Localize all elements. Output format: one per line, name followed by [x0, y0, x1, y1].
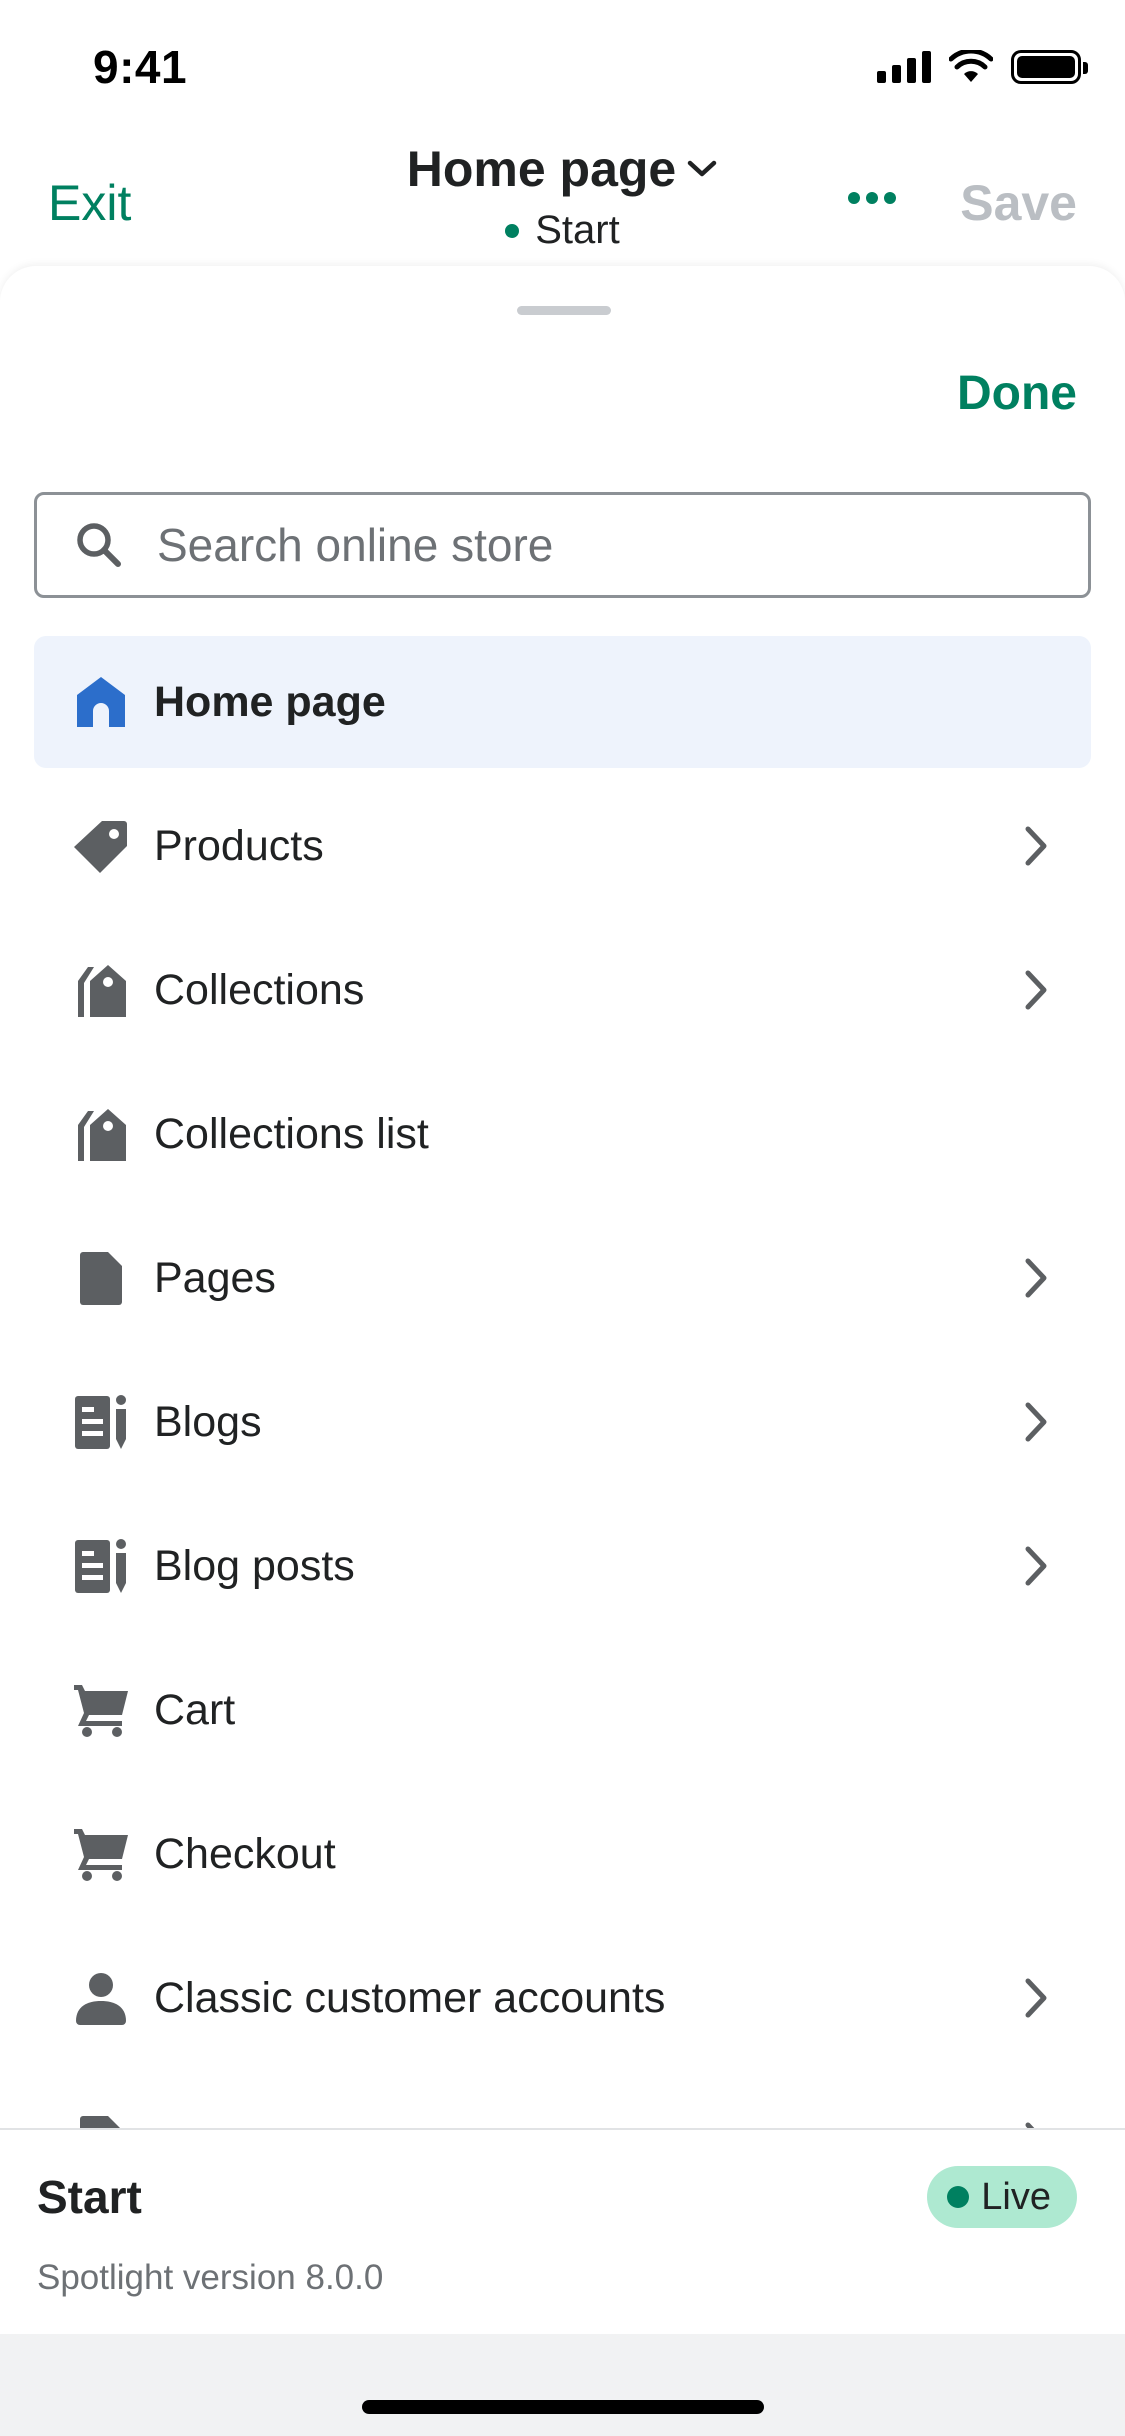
chevron-right-icon [1025, 826, 1047, 866]
bottom-bar [0, 2334, 1125, 2436]
list-item-home-page[interactable]: Home page [34, 636, 1091, 768]
theme-footer: Start Live Spotlight version 8.0.0 [0, 2128, 1125, 2334]
customer-icon [76, 1973, 126, 2025]
status-time: 9:41 [93, 41, 188, 93]
list-item-label: Cart [154, 1685, 236, 1734]
wifi-icon [949, 50, 993, 82]
search-input[interactable]: Search online store [34, 492, 1091, 598]
status-icons [877, 50, 1088, 84]
list-item-blogs[interactable]: Blogs [34, 1350, 1091, 1494]
list-item-label: Classic customer accounts [154, 1973, 666, 2022]
cart-icon [74, 1829, 128, 1881]
list-item-label: Blogs [154, 1397, 262, 1446]
status-bar: 9:41 [0, 0, 1125, 132]
list-item-label: Collections [154, 965, 365, 1014]
status-dot [505, 223, 520, 238]
chevron-right-icon [1025, 1546, 1047, 1586]
list-item-blog-posts[interactable]: Blog posts [34, 1494, 1091, 1638]
page-selector[interactable]: Home page Start [0, 140, 1125, 253]
page-picker-sheet: Done Search online store Home page Produ… [0, 266, 1125, 2128]
sheet-grabber[interactable] [517, 306, 611, 315]
battery-icon [1011, 50, 1088, 84]
screen: 9:41 Exit Home page Start Save Done Sear… [0, 0, 1125, 2436]
page-list: Home page Products Collections Collectio… [34, 636, 1091, 2128]
list-item-partial[interactable] [34, 2070, 1091, 2128]
list-item-label: Checkout [154, 1829, 336, 1878]
theme-version: Spotlight version 8.0.0 [37, 2258, 384, 2297]
cellular-signal-icon [877, 51, 931, 83]
page-title[interactable]: Home page [407, 140, 677, 198]
list-item-label: Products [154, 821, 324, 870]
done-button[interactable]: Done [957, 366, 1077, 421]
more-options-icon[interactable] [848, 192, 896, 204]
theme-title: Start [37, 2171, 142, 2223]
page-icon [80, 2116, 120, 2128]
list-item-label: Home page [154, 677, 386, 726]
list-item-collections[interactable]: Collections [34, 918, 1091, 1062]
home-icon [77, 677, 125, 727]
list-item-checkout[interactable]: Checkout [34, 1782, 1091, 1926]
chevron-right-icon [1025, 970, 1047, 1010]
home-indicator[interactable] [362, 2400, 764, 2414]
page-icon [80, 1252, 122, 1305]
list-item-label: Blog posts [154, 1541, 355, 1590]
save-button[interactable]: Save [960, 174, 1077, 232]
theme-name: Start [535, 208, 620, 252]
list-item-pages[interactable]: Pages [34, 1206, 1091, 1350]
chevron-right-icon [1025, 1258, 1047, 1298]
search-placeholder: Search online store [157, 519, 554, 571]
tag-icon [74, 821, 127, 873]
list-item-label: Pages [154, 1253, 276, 1302]
chevron-right-icon [1025, 2122, 1035, 2128]
list-item-classic-customer-accounts[interactable]: Classic customer accounts [34, 1926, 1091, 2070]
search-icon [77, 523, 121, 567]
chevron-down-icon [688, 160, 717, 177]
live-dot-icon [947, 2186, 970, 2208]
blog-icon [75, 1395, 126, 1449]
blog-icon [75, 1539, 126, 1593]
editor-header: Exit Home page Start Save [0, 132, 1125, 272]
status-badge-label: Live [981, 2175, 1051, 2218]
list-item-label: Collections list [154, 1109, 429, 1158]
chevron-right-icon [1025, 1402, 1047, 1442]
status-badge: Live [927, 2166, 1077, 2228]
collection-icon [78, 1109, 126, 1161]
chevron-right-icon [1025, 1978, 1047, 2018]
cart-icon [74, 1685, 128, 1737]
list-item-cart[interactable]: Cart [34, 1638, 1091, 1782]
list-item-products[interactable]: Products [34, 774, 1091, 918]
collection-icon [78, 965, 126, 1017]
list-item-collections-list[interactable]: Collections list [34, 1062, 1091, 1206]
